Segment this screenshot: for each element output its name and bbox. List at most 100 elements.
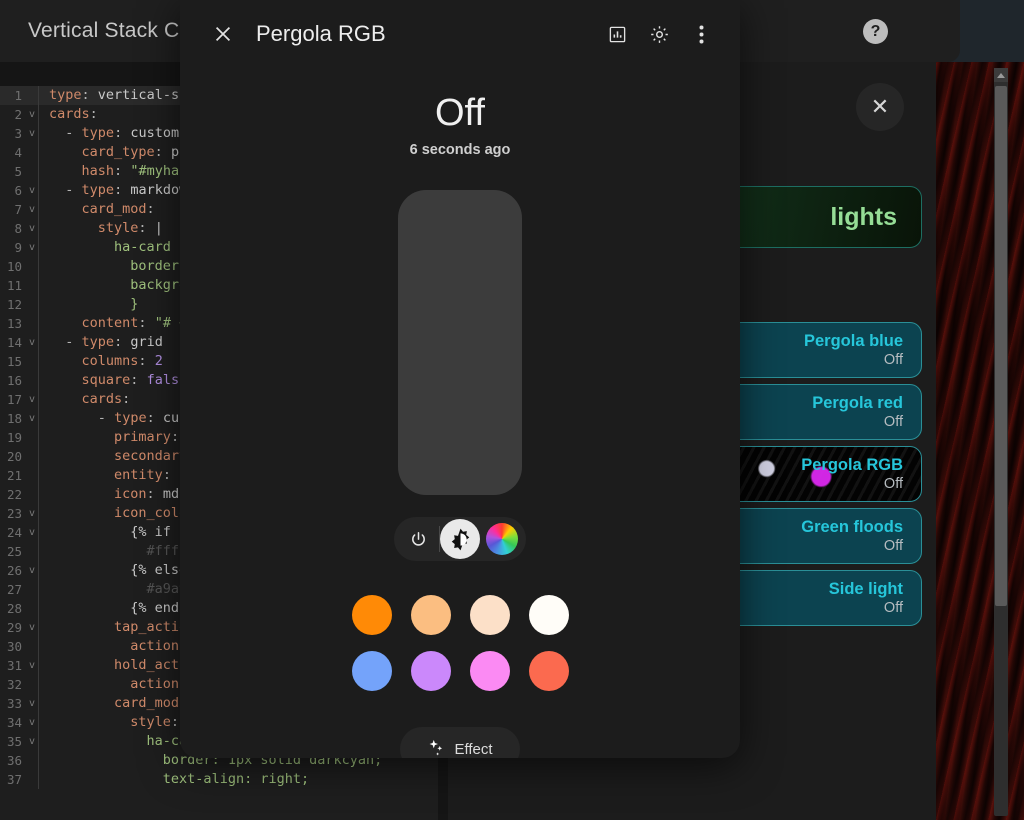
- overflow-menu-icon[interactable]: [680, 13, 722, 55]
- line-number: 25: [0, 542, 26, 561]
- code-text: text-align: right;: [49, 770, 309, 789]
- fold-toggle[interactable]: v: [26, 238, 38, 257]
- fold-toggle[interactable]: v: [26, 105, 38, 124]
- more-info-dialog: Pergola RGB Off 6 seconds: [180, 0, 740, 758]
- line-number: 11: [0, 276, 26, 295]
- fold-toggle[interactable]: v: [26, 732, 38, 751]
- light-card-name: Pergola blue: [804, 332, 903, 351]
- gutter-divider: [38, 409, 39, 428]
- last-changed: 6 seconds ago: [180, 142, 740, 158]
- gutter-divider: [38, 162, 39, 181]
- favorite-color-purple[interactable]: [411, 651, 451, 691]
- favorite-color-white[interactable]: [529, 595, 569, 635]
- scrollbar-thumb[interactable]: [995, 86, 1007, 606]
- line-number: 4: [0, 143, 26, 162]
- code-text: cards:: [49, 105, 98, 124]
- favorite-color-orange[interactable]: [352, 595, 392, 635]
- gutter-divider: [38, 637, 39, 656]
- line-number: 28: [0, 599, 26, 618]
- history-chart-icon[interactable]: [596, 13, 638, 55]
- effect-button[interactable]: Effect: [400, 727, 520, 758]
- brightness-slider[interactable]: [398, 190, 522, 495]
- light-card-state: Off: [884, 351, 903, 369]
- code-text: #a9a9a: [49, 580, 195, 599]
- line-number: 5: [0, 162, 26, 181]
- line-number: 10: [0, 257, 26, 276]
- code-text: {% endi: [49, 599, 187, 618]
- favorite-color-light-orange[interactable]: [411, 595, 451, 635]
- fold-toggle[interactable]: v: [26, 713, 38, 732]
- gutter-divider: [38, 618, 39, 637]
- brightness-slider-wrap: [180, 190, 740, 495]
- line-number: 7: [0, 200, 26, 219]
- scroll-up-arrow-icon[interactable]: [994, 68, 1008, 82]
- fold-toggle[interactable]: v: [26, 523, 38, 542]
- brightness-icon[interactable]: [440, 519, 480, 559]
- gutter-divider: [38, 675, 39, 694]
- gutter-divider: [38, 447, 39, 466]
- line-number: 33: [0, 694, 26, 713]
- line-number: 21: [0, 466, 26, 485]
- fold-toggle[interactable]: v: [26, 504, 38, 523]
- gutter-divider: [38, 276, 39, 295]
- fold-toggle[interactable]: v: [26, 333, 38, 352]
- code-text: card_mod:: [49, 694, 187, 713]
- line-number: 8: [0, 219, 26, 238]
- line-number: 6: [0, 181, 26, 200]
- favorite-color-peach[interactable]: [470, 595, 510, 635]
- line-number: 27: [0, 580, 26, 599]
- header-card-label: lights: [830, 203, 897, 232]
- favorite-color-pink[interactable]: [470, 651, 510, 691]
- power-icon[interactable]: [400, 521, 436, 557]
- gutter-divider: [38, 219, 39, 238]
- line-number: 18: [0, 409, 26, 428]
- fold-toggle[interactable]: v: [26, 200, 38, 219]
- fold-toggle[interactable]: v: [26, 561, 38, 580]
- gutter-divider: [38, 732, 39, 751]
- light-card-state: Off: [884, 475, 903, 493]
- code-text: style: |: [49, 713, 195, 732]
- entity-state: Off: [180, 90, 740, 136]
- code-line: 37 text-align: right;: [0, 770, 438, 789]
- fold-toggle[interactable]: v: [26, 219, 38, 238]
- gutter-divider: [38, 656, 39, 675]
- panel-close-icon[interactable]: ✕: [856, 83, 904, 131]
- gutter-divider: [38, 143, 39, 162]
- fold-toggle[interactable]: v: [26, 656, 38, 675]
- fold-toggle[interactable]: v: [26, 694, 38, 713]
- gutter-divider: [38, 86, 39, 105]
- help-icon[interactable]: ?: [863, 19, 888, 44]
- fold-toggle[interactable]: v: [26, 390, 38, 409]
- line-number: 29: [0, 618, 26, 637]
- line-number: 13: [0, 314, 26, 333]
- code-text: - type: grid: [49, 333, 163, 352]
- sparkles-icon: [427, 738, 445, 758]
- dialog-header: Pergola RGB: [180, 0, 740, 68]
- gutter-divider: [38, 390, 39, 409]
- gutter-divider: [38, 181, 39, 200]
- close-icon[interactable]: [202, 13, 244, 55]
- line-number: 15: [0, 352, 26, 371]
- favorite-color-blue[interactable]: [352, 651, 392, 691]
- gutter-divider: [38, 314, 39, 333]
- fold-toggle[interactable]: v: [26, 409, 38, 428]
- vertical-scrollbar[interactable]: [994, 68, 1008, 816]
- screen: Vertical Stack Ca ? 1type: vertical-stac…: [0, 0, 1024, 820]
- gutter-divider: [38, 428, 39, 447]
- line-number: 37: [0, 770, 26, 789]
- code-text: columns: 2: [49, 352, 163, 371]
- gutter-divider: [38, 542, 39, 561]
- favorite-color-coral[interactable]: [529, 651, 569, 691]
- gear-icon[interactable]: [638, 13, 680, 55]
- light-card-name: Pergola red: [812, 394, 903, 413]
- gutter-divider: [38, 694, 39, 713]
- line-number: 3: [0, 124, 26, 143]
- line-number: 19: [0, 428, 26, 447]
- fold-toggle[interactable]: v: [26, 181, 38, 200]
- fold-toggle[interactable]: v: [26, 124, 38, 143]
- color-wheel-icon[interactable]: [484, 521, 520, 557]
- line-number: 23: [0, 504, 26, 523]
- gutter-divider: [38, 466, 39, 485]
- line-number: 17: [0, 390, 26, 409]
- fold-toggle[interactable]: v: [26, 618, 38, 637]
